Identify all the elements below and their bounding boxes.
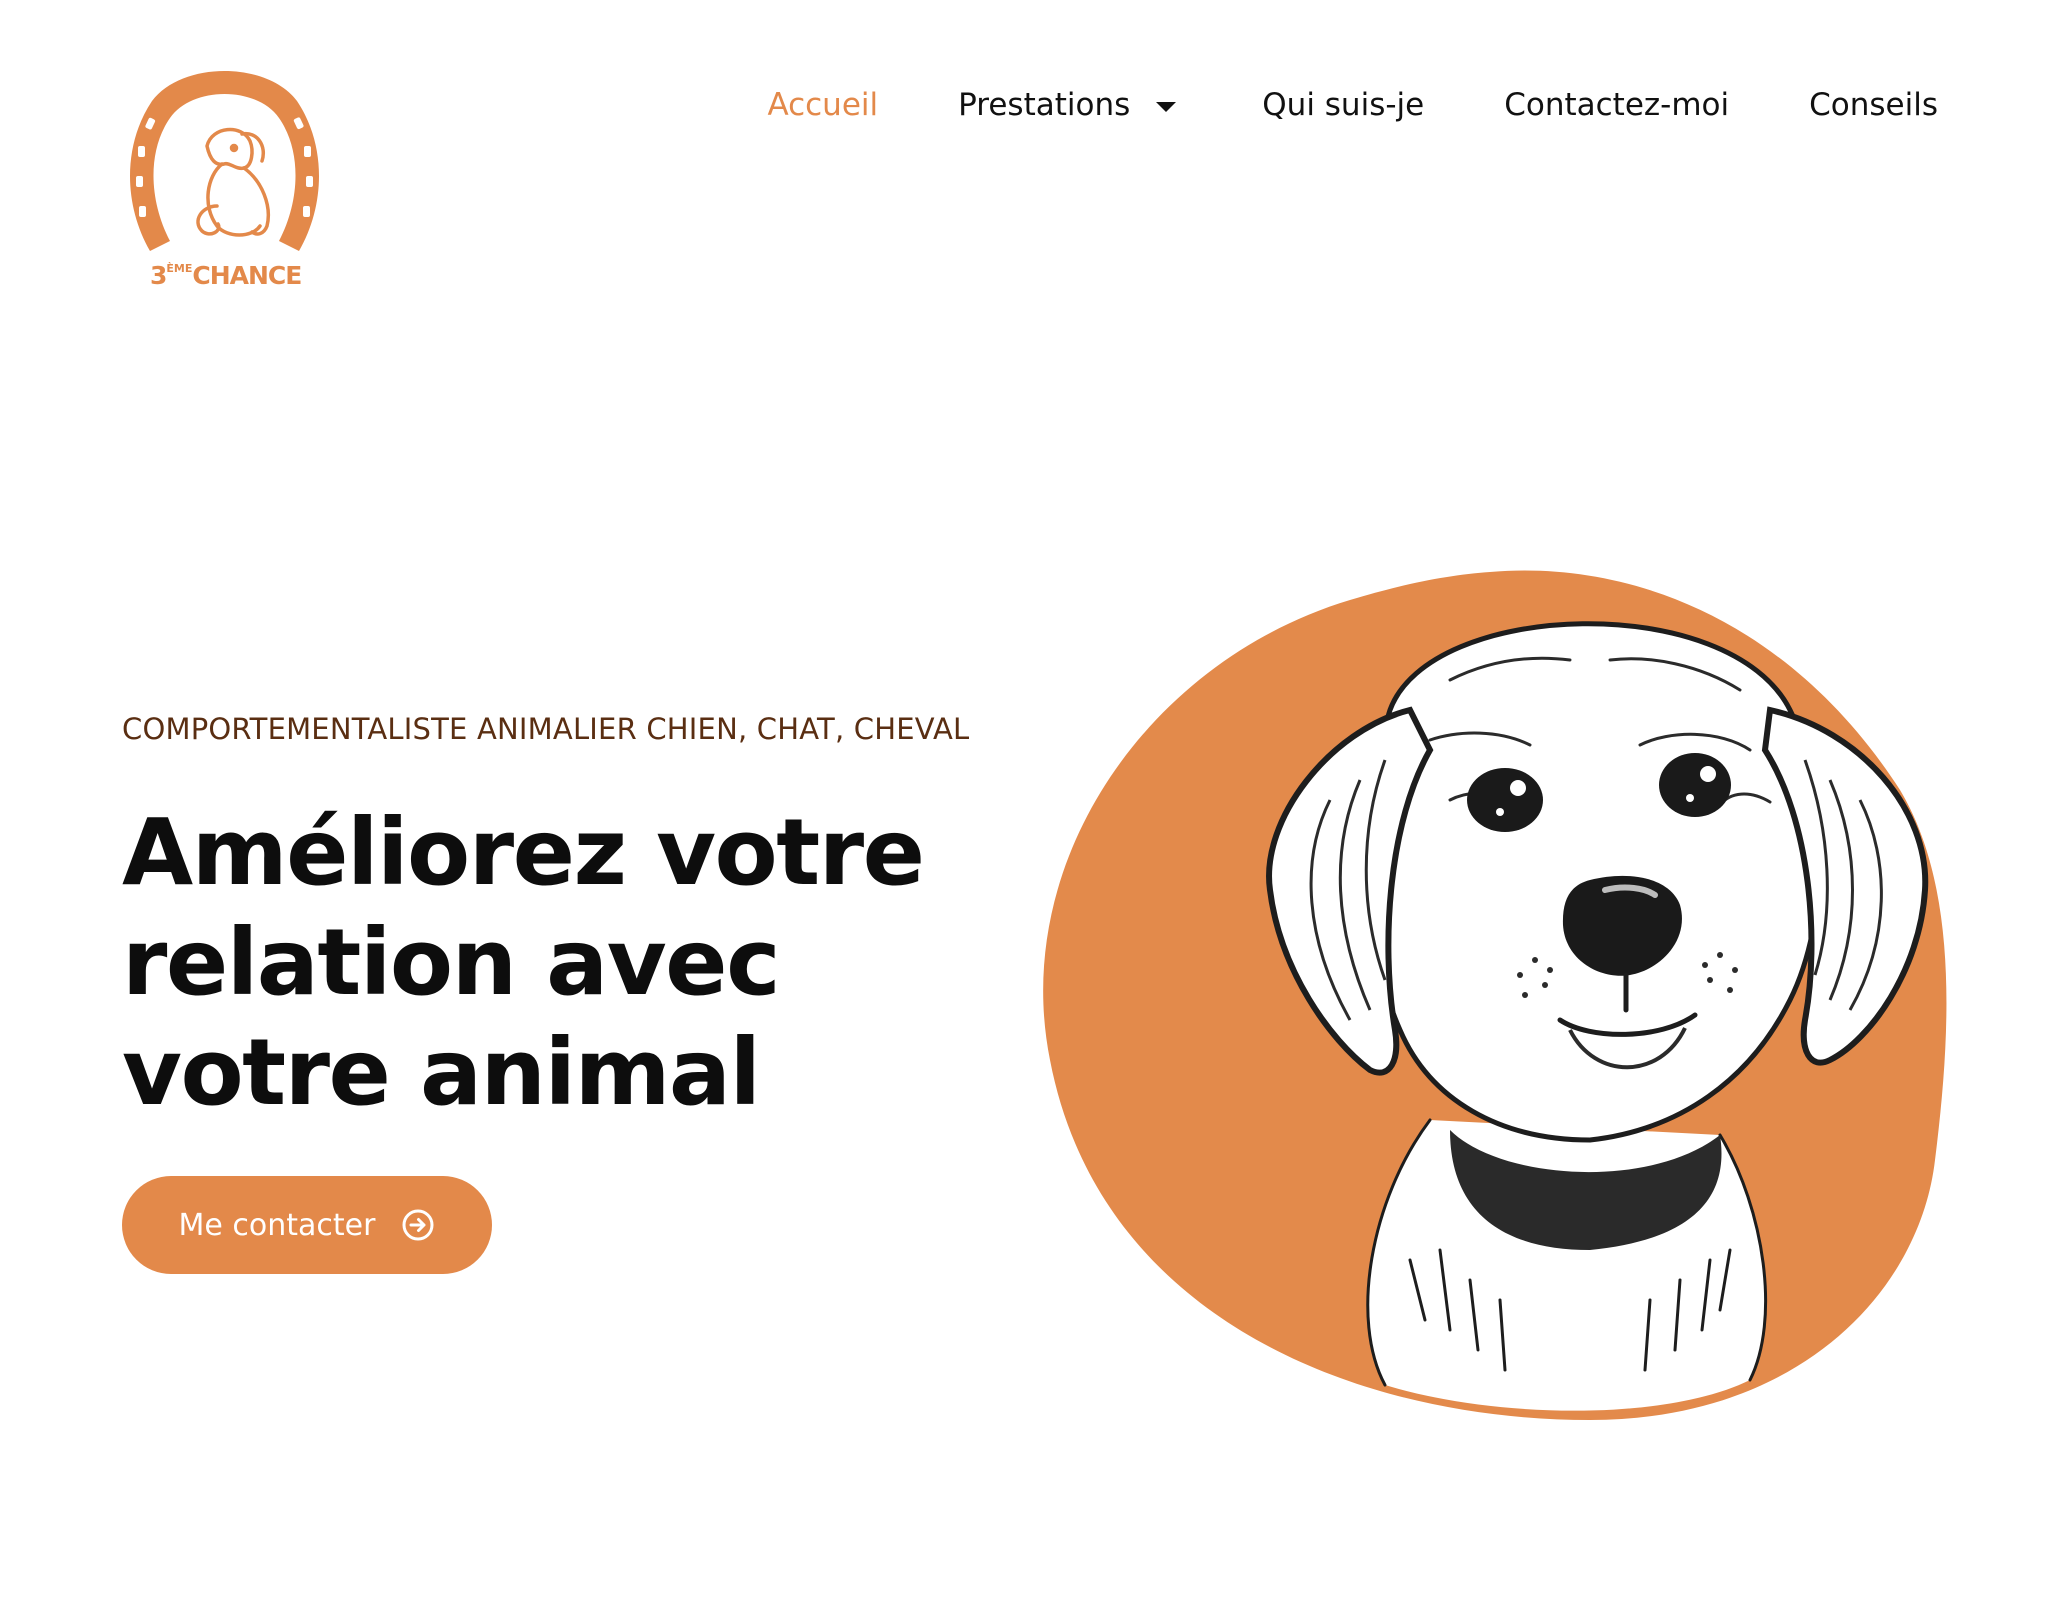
hero-headline-line-1: Améliorez votre	[122, 799, 925, 906]
chevron-down-icon[interactable]	[1156, 101, 1177, 112]
nav-item-conseils[interactable]: Conseils	[1809, 87, 1938, 123]
contact-button[interactable]: Me contacter	[122, 1176, 492, 1274]
puppy-illustration	[1043, 570, 1947, 1420]
hero-headline-line-3: votre animal	[122, 1019, 761, 1126]
page: 3ÈMECHANCE Accueil Prestations Qui suis-…	[0, 0, 2060, 1600]
logo-superscript: ÈME	[166, 262, 193, 275]
hero-headline-line-2: relation avec	[122, 909, 781, 1016]
main-nav: Accueil Prestations Qui suis-je Contacte…	[767, 80, 1938, 130]
hero-headline: Améliorez votre relation avec votre anim…	[122, 798, 1022, 1128]
contact-button-label: Me contacter	[178, 1207, 376, 1243]
logo-prefix: 3	[150, 261, 167, 290]
horseshoe-logo-icon	[130, 71, 319, 251]
site-logo[interactable]: 3ÈMECHANCE	[122, 56, 327, 296]
nav-item-accueil[interactable]: Accueil	[767, 87, 878, 123]
arrow-circle-right-icon	[402, 1209, 434, 1241]
nav-item-qui-suis-je[interactable]: Qui suis-je	[1262, 87, 1424, 123]
nav-item-prestations-label: Prestations	[958, 87, 1131, 123]
nav-item-prestations[interactable]: Prestations	[958, 87, 1177, 123]
nav-item-contactez-moi[interactable]: Contactez-moi	[1504, 87, 1729, 123]
logo-word: CHANCE	[192, 261, 302, 290]
hero-eyebrow: COMPORTEMENTALISTE ANIMALIER CHIEN, CHAT…	[122, 712, 970, 746]
logo-wordmark: 3ÈMECHANCE	[150, 261, 302, 290]
